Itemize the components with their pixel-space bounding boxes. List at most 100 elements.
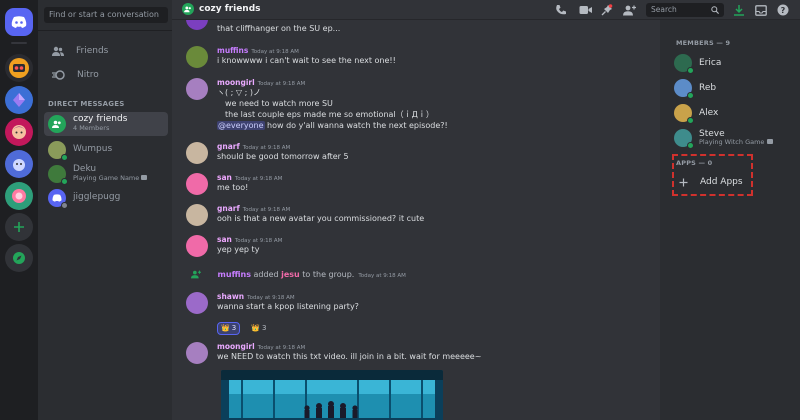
actor-name[interactable]: muffins <box>218 270 251 279</box>
avatar[interactable] <box>186 235 208 257</box>
member-item-erica[interactable]: Erica <box>674 52 794 74</box>
avatar[interactable] <box>186 142 208 164</box>
avatar[interactable] <box>186 173 208 195</box>
member-item-reb[interactable]: Reb <box>674 77 794 99</box>
sidebar-item-friends[interactable]: Friends <box>44 40 168 62</box>
avatar[interactable] <box>186 46 208 68</box>
plus-icon <box>676 175 690 189</box>
avatar[interactable] <box>186 292 208 314</box>
message-text: me too! <box>217 183 249 192</box>
sidebar-item-nitro[interactable]: Nitro <box>44 64 168 86</box>
help-icon[interactable]: ? <box>776 3 790 17</box>
avatar[interactable] <box>186 204 208 226</box>
add-friend-to-dm-icon[interactable] <box>622 3 636 17</box>
video-embed-thumbnail[interactable] <box>221 370 443 420</box>
message-text: @everyone how do y'all wanna watch the n… <box>217 121 448 130</box>
direct-messages-header: DIRECT MESSAGES <box>48 100 125 108</box>
avatar <box>674 79 694 99</box>
reaction-button[interactable]: 👑 3 <box>248 322 269 335</box>
timestamp: Today at 9:18 AM <box>257 81 306 87</box>
author-name[interactable]: gnarf <box>217 204 240 213</box>
add-apps-button[interactable]: Add Apps <box>676 172 748 192</box>
message-text: i knowwww i can't wait to see the next o… <box>217 56 396 65</box>
member-activity: Playing Witch Game <box>699 139 773 146</box>
header-search-input[interactable]: Search <box>646 3 724 17</box>
crown-emoji-icon: 👑 <box>251 324 260 332</box>
author-name[interactable]: muffins <box>217 46 248 55</box>
member-name: Erica <box>699 57 722 68</box>
pin-icon[interactable] <box>600 3 614 17</box>
add-apps-label: Add Apps <box>700 177 743 187</box>
server-icon-robot[interactable] <box>5 54 33 82</box>
author-name[interactable]: moongirl <box>217 78 255 87</box>
crown-emoji-icon: 👑 <box>221 324 230 332</box>
discord-logo-icon <box>11 16 27 28</box>
everyone-mention[interactable]: @everyone <box>217 121 265 130</box>
avatar <box>48 165 68 185</box>
rail-separator <box>11 42 27 44</box>
dm-sidebar: Find or start a conversation Friends Nit… <box>38 0 172 420</box>
dm-name: Wumpus <box>73 144 113 155</box>
author-name[interactable]: san <box>217 173 232 182</box>
member-name: Reb <box>699 82 717 93</box>
channel-title: cozy friends <box>182 3 261 15</box>
message-text: we need to watch more SU <box>225 99 333 108</box>
video-call-icon[interactable] <box>578 3 592 17</box>
avatar[interactable] <box>186 78 208 100</box>
dm-activity: Playing Game Name <box>73 175 148 182</box>
server-icon-crystal[interactable] <box>5 86 33 114</box>
members-header: MEMBERS — 9 <box>676 39 731 47</box>
system-message: muffins added jesu to the group. Today at… <box>186 270 406 279</box>
dm-item-jigglepugg[interactable]: jigglepugg <box>44 186 168 210</box>
message-text: that cliffhanger on the SU ep... <box>217 24 341 33</box>
inbox-icon[interactable] <box>754 3 768 17</box>
avatar[interactable] <box>186 342 208 364</box>
author-name[interactable]: gnarf <box>217 142 240 151</box>
video-thumbnail-image <box>221 370 443 420</box>
reaction-button[interactable]: 👑 3 <box>217 321 241 335</box>
message-list: that cliffhanger on the SU ep... muffins… <box>172 20 660 420</box>
add-server-button[interactable] <box>5 213 33 241</box>
message-text: ooh is that a new avatar you commissione… <box>217 214 425 223</box>
author-name[interactable]: san <box>217 235 232 244</box>
author-name[interactable]: shawn <box>217 292 244 301</box>
server-icon-character[interactable] <box>5 118 33 146</box>
nitro-icon <box>52 70 65 80</box>
svg-text:?: ? <box>781 6 786 15</box>
server-icon-game[interactable] <box>5 182 33 210</box>
avatar <box>48 141 68 161</box>
group-icon <box>52 120 61 128</box>
apps-header: APPS — 0 <box>676 159 713 167</box>
server-icon-fox[interactable] <box>5 150 33 178</box>
timestamp: Today at 9:18 AM <box>358 273 406 279</box>
added-user-name[interactable]: jesu <box>281 270 300 279</box>
dm-name: jigglepugg <box>73 192 121 203</box>
message-text: should be good tomorrow after 5 <box>217 152 349 161</box>
dm-item-wumpus[interactable]: Wumpus <box>44 138 168 162</box>
avatar <box>674 104 694 124</box>
nitro-label: Nitro <box>77 70 99 80</box>
plus-icon <box>14 222 24 232</box>
voice-call-icon[interactable] <box>554 3 568 17</box>
explore-servers-button[interactable] <box>5 244 33 272</box>
member-item-steve[interactable]: Steve Playing Witch Game <box>674 126 794 150</box>
member-item-alex[interactable]: Alex <box>674 102 794 124</box>
member-name: Alex <box>699 107 719 118</box>
dm-item-deku[interactable]: Deku Playing Game Name <box>44 162 168 186</box>
friends-icon <box>52 46 64 56</box>
channel-name: cozy friends <box>199 4 261 14</box>
discord-home-button[interactable] <box>5 8 33 36</box>
avatar <box>674 129 694 149</box>
download-icon[interactable] <box>732 3 746 17</box>
find-conversation-input[interactable]: Find or start a conversation <box>44 7 168 23</box>
dm-member-count: 4 Members <box>73 124 110 133</box>
avatar[interactable] <box>186 20 208 30</box>
dm-item-cozy-friends[interactable]: cozy friends 4 Members <box>44 112 168 136</box>
member-added-icon <box>191 270 201 279</box>
system-text: to the group. <box>299 270 355 279</box>
author-name[interactable]: moongirl <box>217 342 255 351</box>
system-text: added <box>250 270 282 279</box>
channel-header: cozy friends Search ? <box>172 0 800 20</box>
group-icon <box>182 3 194 15</box>
message-text: the last couple eps made me so emotional… <box>225 110 434 119</box>
